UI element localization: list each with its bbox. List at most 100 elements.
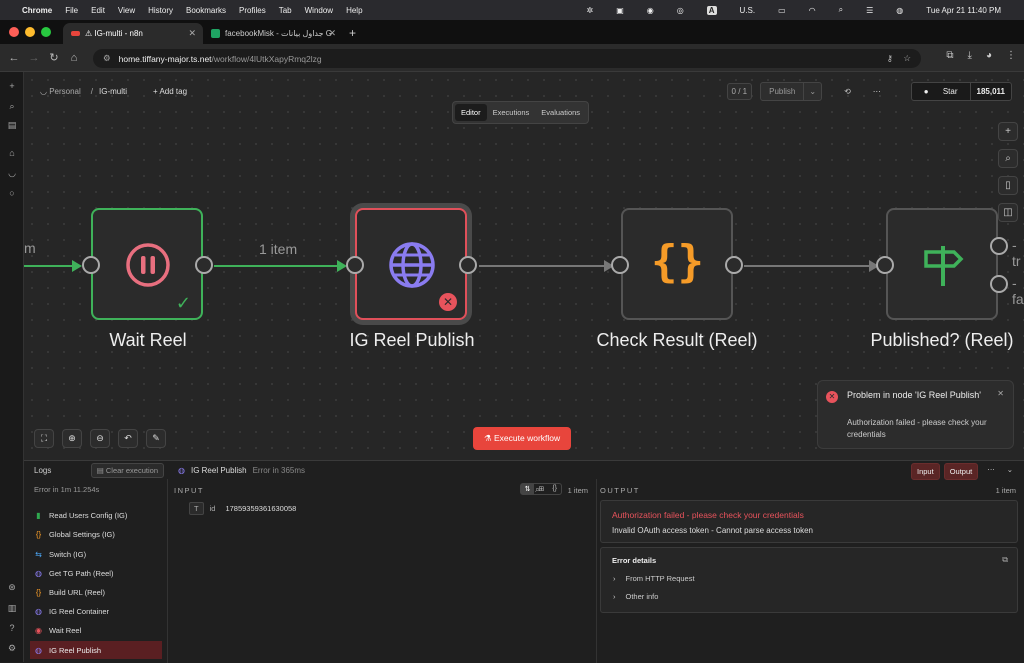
search-icon[interactable]: ⌕ — [839, 5, 843, 15]
workflow-name[interactable]: IG-multi — [99, 87, 127, 96]
true-output-port[interactable] — [990, 237, 1008, 255]
owner-link[interactable]: ◡ Personal — [40, 87, 81, 96]
add-tag-button[interactable]: + Add tag — [153, 87, 187, 96]
input-port[interactable] — [82, 256, 100, 274]
menu-help[interactable]: Help — [346, 6, 362, 15]
menu-edit[interactable]: Edit — [91, 6, 105, 15]
insights-icon[interactable]: ▥ — [6, 603, 18, 614]
settings-icon[interactable]: ⚙ — [6, 643, 18, 654]
home-icon[interactable]: ⌂ — [6, 147, 18, 159]
github-star-button[interactable]: ● Star 185,011 — [910, 82, 1012, 101]
templates-icon[interactable]: ⊛ — [6, 582, 18, 593]
play-status-icon[interactable]: ◉ — [647, 6, 654, 15]
siri-icon[interactable]: ◍ — [896, 6, 903, 15]
forward-icon[interactable]: → — [24, 52, 44, 64]
execute-workflow-button[interactable]: ⚗ Execute workflow — [473, 427, 572, 450]
close-icon[interactable]: ✕ — [997, 389, 1004, 398]
record-status-icon[interactable]: ◎ — [677, 6, 684, 15]
input-port[interactable] — [876, 256, 894, 274]
zoom-window-button[interactable] — [41, 27, 51, 37]
chevron-down-icon[interactable]: ⌄ — [803, 83, 821, 100]
panel-icon[interactable]: ▤ — [6, 119, 18, 131]
user-icon[interactable]: ◡ — [6, 167, 18, 179]
zoom-out-icon[interactable]: ⊖ — [90, 429, 110, 448]
menu-window[interactable]: Window — [305, 6, 333, 15]
search-icon[interactable]: ⌕ — [6, 100, 18, 112]
fit-view-icon[interactable]: ⛶ — [34, 429, 54, 448]
tab-executions[interactable]: Executions — [487, 104, 536, 121]
control-center-icon[interactable]: ☰ — [866, 6, 873, 15]
menu-app-name[interactable]: Chrome — [22, 6, 52, 15]
site-info-icon[interactable]: ⚙ — [103, 53, 111, 64]
log-entry[interactable]: ◍ IG Reel Container — [30, 602, 162, 620]
tab-evaluations[interactable]: Evaluations — [535, 104, 586, 121]
output-port[interactable] — [725, 256, 743, 274]
output-toggle-button[interactable]: Output — [943, 463, 979, 480]
input-port[interactable] — [346, 256, 364, 274]
clear-execution-button[interactable]: ▤ Clear execution — [90, 462, 164, 478]
menu-tab[interactable]: Tab — [279, 6, 292, 15]
table-view-icon[interactable]: ⊞ — [534, 484, 548, 494]
false-output-port[interactable] — [990, 275, 1008, 293]
output-port[interactable] — [459, 256, 477, 274]
node-published-reel[interactable] — [886, 208, 998, 320]
collapse-icon[interactable]: ⌄ — [1004, 463, 1016, 480]
zoom-in-icon[interactable]: ⊕ — [62, 429, 82, 448]
download-icon[interactable]: ⤓ — [968, 50, 972, 61]
key-icon[interactable]: ⚷ — [887, 53, 893, 64]
log-entry[interactable]: {} Build URL (Reel) — [30, 583, 162, 601]
menu-view[interactable]: View — [118, 6, 135, 15]
keyboard-a-icon[interactable]: A — [706, 5, 717, 15]
battery-icon[interactable]: ▭ — [778, 6, 786, 15]
menu-profiles[interactable]: Profiles — [239, 6, 266, 15]
tab-editor[interactable]: Editor — [455, 104, 487, 121]
history-icon[interactable]: ⟲ — [844, 87, 851, 96]
menu-file[interactable]: File — [65, 6, 78, 15]
schema-view-icon[interactable]: ⇅ — [520, 484, 535, 494]
log-entry[interactable]: ◉ Wait Reel — [30, 621, 162, 639]
gear-status-icon[interactable]: ✲ — [587, 6, 594, 15]
add-node-icon[interactable]: + — [998, 122, 1018, 141]
json-view-icon[interactable]: {} — [548, 484, 561, 494]
menu-bookmarks[interactable]: Bookmarks — [186, 6, 226, 15]
log-entry[interactable]: ▮ Read Users Config (IG) — [30, 506, 162, 524]
url-bar[interactable]: ⚙ home.tiffany-major.ts.net/workflow/4lU… — [93, 49, 921, 68]
input-port[interactable] — [611, 256, 629, 274]
close-tab-icon[interactable]: ✕ — [328, 28, 336, 39]
input-toggle-button[interactable]: Input — [911, 463, 940, 480]
more-icon[interactable]: ⋯ — [982, 463, 1000, 480]
reload-icon[interactable]: ↻ — [44, 51, 64, 64]
tab-n8n[interactable]: ⚠ IG-multi - n8n ✕ — [63, 23, 203, 44]
details-row-other-info[interactable]: › Other info — [613, 592, 658, 601]
tidy-up-icon[interactable]: ✎ — [146, 429, 166, 448]
input-source[interactable]: U.S. — [740, 6, 756, 15]
search-nodes-icon[interactable]: ⌕ — [998, 149, 1018, 168]
menu-history[interactable]: History — [148, 6, 173, 15]
back-icon[interactable]: ← — [4, 52, 24, 64]
log-entry-selected[interactable]: ◍ IG Reel Publish — [30, 641, 162, 659]
bookmark-star-icon[interactable]: ☆ — [903, 53, 911, 64]
more-icon[interactable]: ⋯ — [873, 87, 881, 96]
publish-button[interactable]: Publish ⌄ — [760, 82, 823, 101]
browser-menu-icon[interactable]: ⋮ — [1006, 50, 1016, 61]
sticky-note-icon[interactable]: ▯ — [998, 176, 1018, 195]
extensions-icon[interactable]: ⧉ — [946, 50, 953, 61]
clock[interactable]: Tue Apr 21 11:40 PM — [926, 6, 1001, 15]
undo-icon[interactable]: ↶ — [118, 429, 138, 448]
close-tab-icon[interactable]: ✕ — [188, 28, 196, 39]
log-entry[interactable]: ⇆ Switch (IG) — [30, 545, 162, 563]
node-check-result-reel[interactable]: {} — [621, 208, 733, 320]
details-row-http-request[interactable]: › From HTTP Request — [613, 574, 695, 583]
chat-icon[interactable]: ○ — [6, 187, 18, 199]
node-wait-reel[interactable]: ✓ — [91, 208, 203, 320]
output-port[interactable] — [195, 256, 213, 274]
node-ig-reel-publish[interactable]: ✕ — [355, 208, 467, 320]
wifi-icon[interactable]: ◠ — [809, 6, 816, 15]
home-icon[interactable]: ⌂ — [64, 52, 84, 64]
close-window-button[interactable] — [9, 27, 19, 37]
log-entry[interactable]: ◍ Get TG Path (Reel) — [30, 564, 162, 582]
new-tab-button[interactable]: + — [349, 26, 356, 40]
status-box-icon[interactable]: ▣ — [616, 6, 624, 15]
add-icon[interactable]: + — [6, 80, 18, 92]
tab-sheets[interactable]: facebookMisk - جداول بيانات G ✕ — [203, 23, 343, 44]
